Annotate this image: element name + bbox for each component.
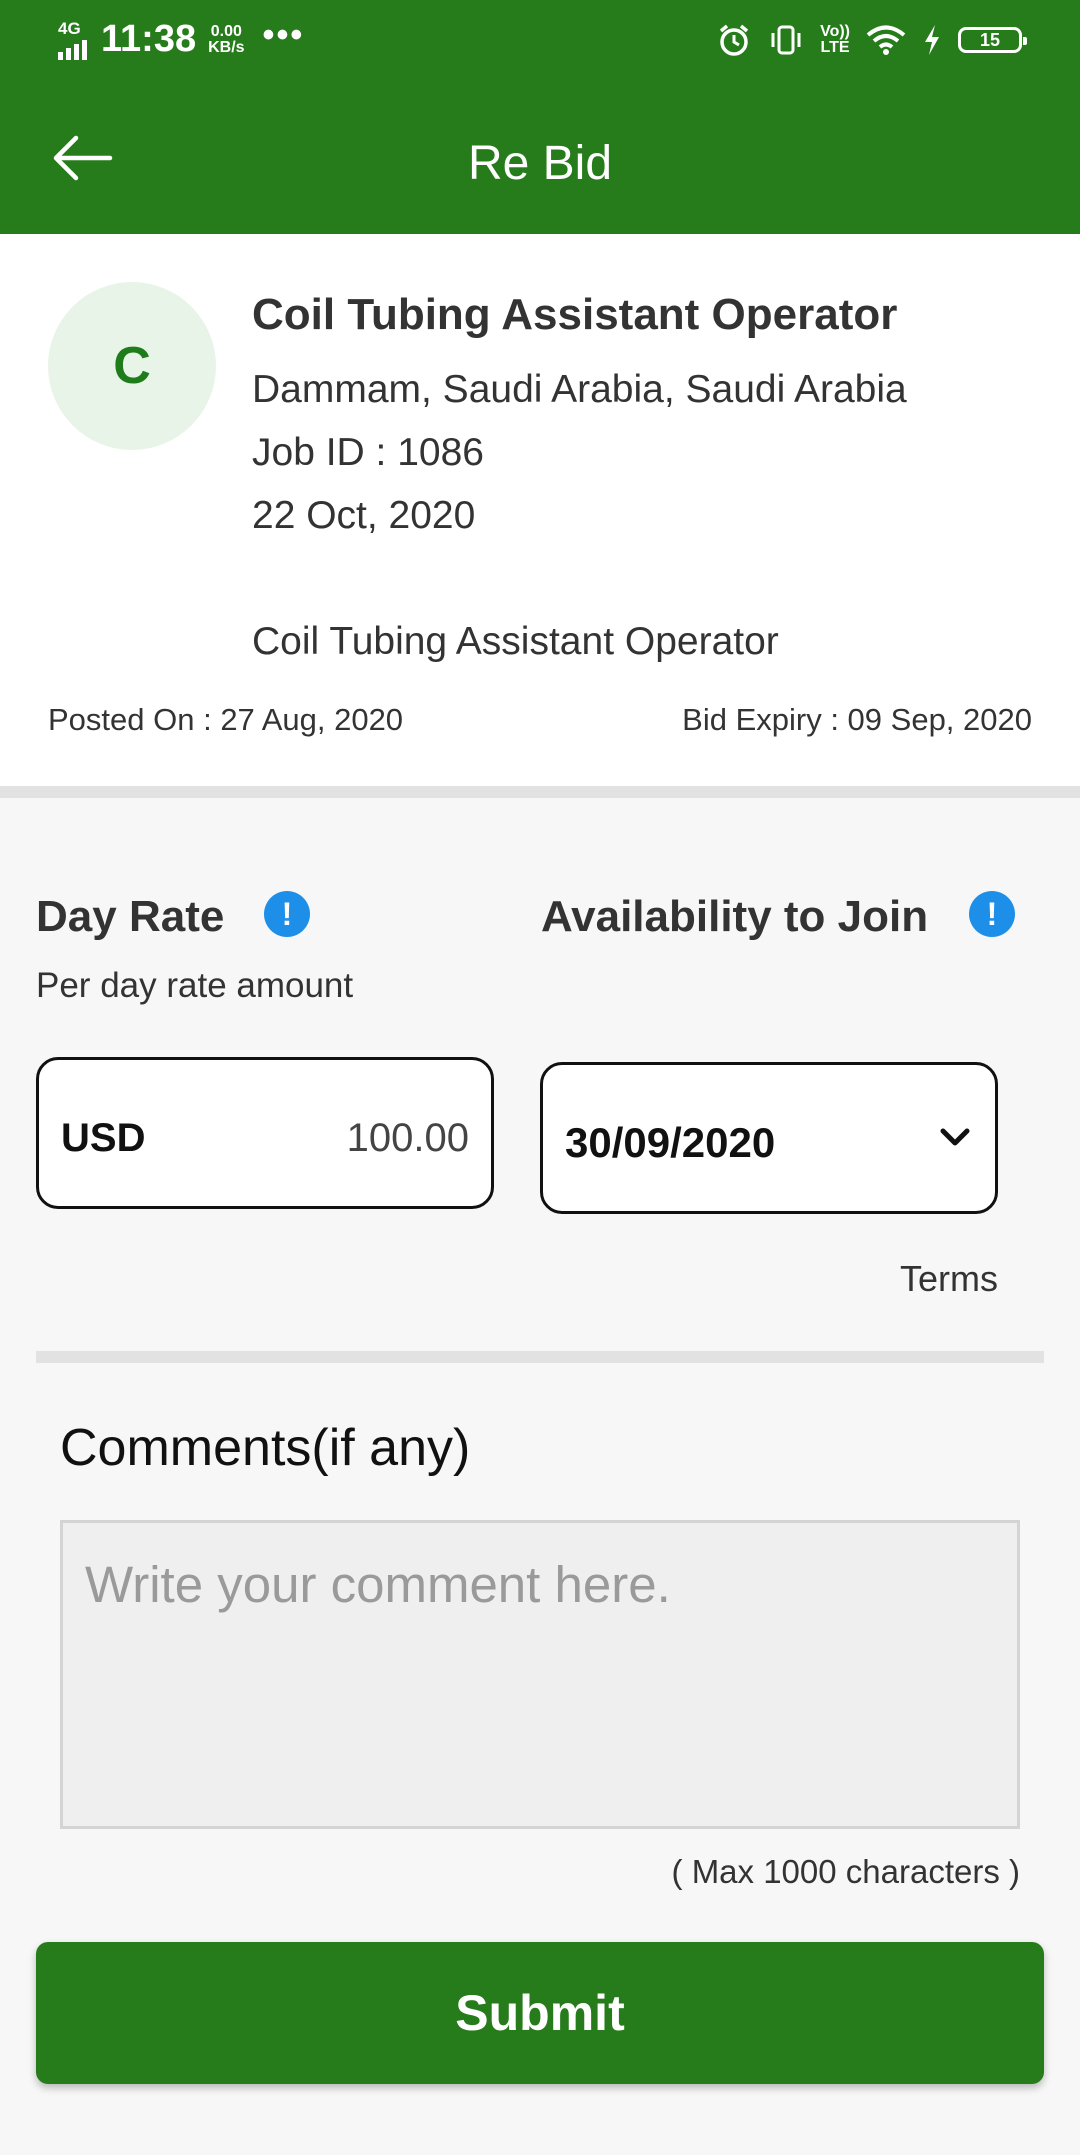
availability-date-value: 30/09/2020 <box>565 1119 776 1166</box>
job-date: 22 Oct, 2020 <box>252 494 476 537</box>
day-rate-subtitle: Per day rate amount <box>36 966 354 1005</box>
availability-date-select[interactable]: 30/09/2020 <box>540 1062 998 1214</box>
availability-label: Availability to Join <box>541 892 929 941</box>
net-speed: 0.00 KB/s <box>208 22 245 56</box>
max-characters-hint: ( Max 1000 characters ) <box>671 1853 1020 1890</box>
more-notifications-icon: ••• <box>262 15 305 54</box>
page-title: Re Bid <box>467 137 613 190</box>
form-divider <box>36 1351 1044 1363</box>
wifi-icon <box>866 25 906 55</box>
battery-level: 15 <box>979 29 1001 50</box>
day-rate-label: Day Rate <box>36 892 225 941</box>
net-speed-unit: KB/s <box>208 38 245 56</box>
day-rate-info-icon[interactable]: ! <box>264 891 310 937</box>
battery-icon: 15 <box>958 27 1027 53</box>
status-bar: 4G 11:38 0.00 KB/s ••• Vo)) LTE 15 <box>0 0 1080 88</box>
network-type: 4G <box>58 18 81 38</box>
comments-label: Comments(if any) <box>60 1419 471 1477</box>
app-bar: 4G 11:38 0.00 KB/s ••• Vo)) LTE 15 Re Bi… <box>0 0 1080 234</box>
section-divider <box>0 786 1080 798</box>
alarm-icon <box>719 24 749 56</box>
terms-link[interactable]: Terms <box>900 1258 998 1300</box>
volte-top: Vo)) <box>820 23 850 40</box>
volte-bottom: LTE <box>820 39 850 56</box>
job-title: Coil Tubing Assistant Operator <box>252 290 898 339</box>
job-id: Job ID : 1086 <box>252 431 484 474</box>
charging-icon <box>925 25 939 55</box>
availability-info-icon[interactable]: ! <box>969 891 1015 937</box>
job-description: Coil Tubing Assistant Operator <box>252 620 779 663</box>
bid-expiry: Bid Expiry : 09 Sep, 2020 <box>682 702 1032 737</box>
comment-input[interactable] <box>60 1520 1020 1829</box>
net-speed-value: 0.00 <box>210 22 242 40</box>
chevron-down-icon <box>940 1128 970 1146</box>
clock: 11:38 <box>101 18 197 60</box>
currency-label: USD <box>61 1116 146 1160</box>
job-card: C Coil Tubing Assistant Operator Dammam,… <box>0 234 1080 786</box>
avatar: C <box>48 282 216 450</box>
signal-icon: 4G <box>58 20 87 60</box>
day-rate-amount[interactable]: 100.00 <box>347 1116 469 1161</box>
volte-icon: Vo)) LTE <box>820 24 850 56</box>
vibrate-icon <box>771 25 801 55</box>
day-rate-input[interactable]: USD 100.00 <box>36 1057 494 1209</box>
submit-button[interactable]: Submit <box>36 1942 1044 2084</box>
job-location: Dammam, Saudi Arabia, Saudi Arabia <box>252 368 907 411</box>
posted-on: Posted On : 27 Aug, 2020 <box>48 702 404 737</box>
